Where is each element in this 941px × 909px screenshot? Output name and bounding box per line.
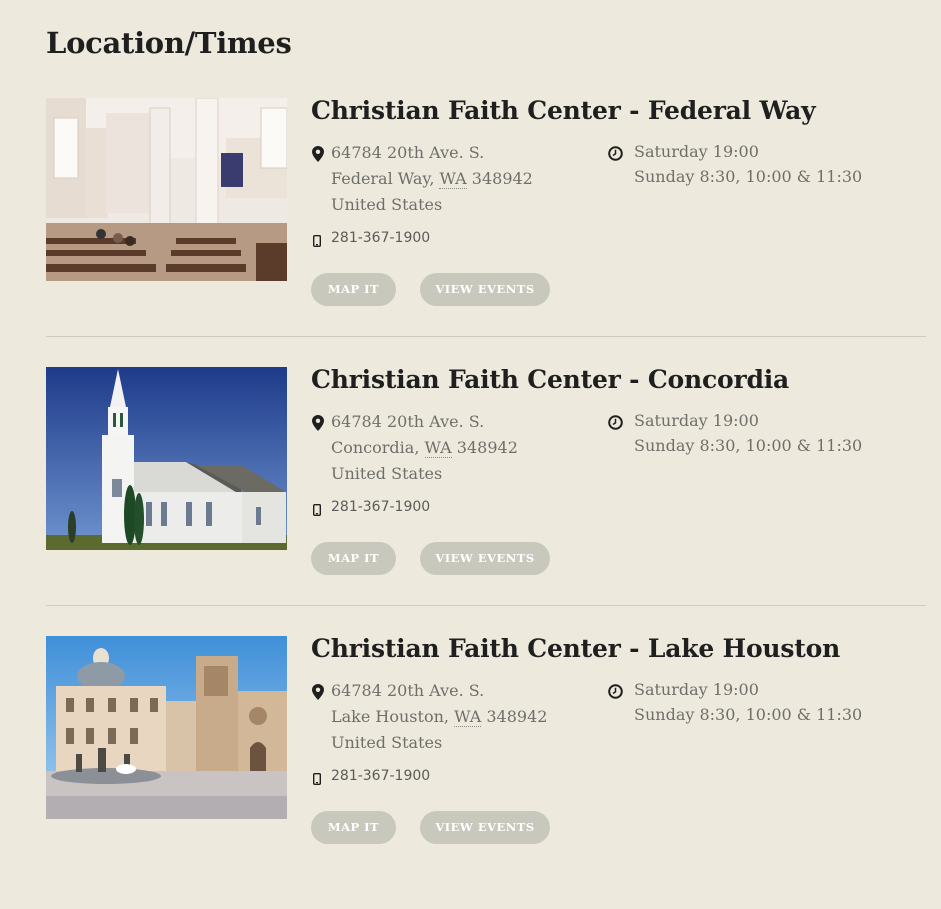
address-street: 64784 20th Ave. S. bbox=[331, 681, 485, 700]
map-it-button[interactable]: MAP IT bbox=[311, 811, 396, 844]
location-image-link[interactable] bbox=[46, 367, 287, 550]
address: 64784 20th Ave. S. Federal Way, WA 34894… bbox=[331, 140, 576, 218]
cathedral-plaza-image bbox=[46, 636, 287, 819]
map-it-button[interactable]: MAP IT bbox=[311, 273, 396, 306]
location-name[interactable]: Christian Faith Center - Federal Way bbox=[311, 96, 816, 125]
phone-number: 281-367-1900 bbox=[331, 230, 431, 246]
address-city: Lake Houston bbox=[331, 707, 444, 726]
phone-number: 281-367-1900 bbox=[331, 499, 431, 515]
address-city: Federal Way bbox=[331, 169, 430, 188]
view-events-button[interactable]: VIEW EVENTS bbox=[420, 542, 550, 575]
clock-icon bbox=[608, 415, 623, 430]
location-lake-houston: Christian Faith Center - Lake Houston 64… bbox=[46, 634, 926, 905]
map-marker-icon bbox=[312, 684, 324, 700]
location-federal-way: Christian Faith Center - Federal Way 647… bbox=[46, 96, 926, 367]
mobile-phone-icon bbox=[313, 773, 321, 785]
address-zip: 348942 bbox=[486, 707, 548, 726]
mobile-phone-icon bbox=[313, 235, 321, 247]
address-state: WA bbox=[454, 707, 482, 727]
phone-number: 281-367-1900 bbox=[331, 768, 431, 784]
service-time: Sunday 8:30, 10:00 & 11:30 bbox=[634, 436, 863, 455]
page-title: Location/Times bbox=[46, 26, 292, 60]
map-marker-icon bbox=[312, 415, 324, 431]
address-city-line: Federal Way, WA 348942 bbox=[331, 169, 533, 189]
address-country: United States bbox=[331, 733, 443, 752]
service-time: Saturday 19:00 bbox=[634, 411, 759, 430]
service-time: Saturday 19:00 bbox=[634, 142, 759, 161]
mobile-phone-icon bbox=[313, 504, 321, 516]
service-time: Sunday 8:30, 10:00 & 11:30 bbox=[634, 167, 863, 186]
service-time: Saturday 19:00 bbox=[634, 680, 759, 699]
location-name[interactable]: Christian Faith Center - Concordia bbox=[311, 365, 789, 394]
address-country: United States bbox=[331, 464, 443, 483]
service-time: Sunday 8:30, 10:00 & 11:30 bbox=[634, 705, 863, 724]
address-country: United States bbox=[331, 195, 443, 214]
address-street: 64784 20th Ave. S. bbox=[331, 412, 485, 431]
location-image-link[interactable] bbox=[46, 636, 287, 819]
divider bbox=[46, 605, 926, 606]
location-concordia: Christian Faith Center - Concordia 64784… bbox=[46, 365, 926, 636]
address-state: WA bbox=[424, 438, 452, 458]
service-times: Saturday 19:00 Sunday 8:30, 10:00 & 11:3… bbox=[634, 677, 862, 727]
church-interior-image bbox=[46, 98, 287, 281]
address: 64784 20th Ave. S. Concordia, WA 348942 … bbox=[331, 409, 576, 487]
address-city-line: Lake Houston, WA 348942 bbox=[331, 707, 548, 727]
address-state: WA bbox=[439, 169, 467, 189]
service-times: Saturday 19:00 Sunday 8:30, 10:00 & 11:3… bbox=[634, 139, 862, 189]
clock-icon bbox=[608, 146, 623, 161]
location-image-link[interactable] bbox=[46, 98, 287, 281]
address-zip: 348942 bbox=[471, 169, 533, 188]
view-events-button[interactable]: VIEW EVENTS bbox=[420, 273, 550, 306]
divider bbox=[46, 336, 926, 337]
address-street: 64784 20th Ave. S. bbox=[331, 143, 485, 162]
white-church-exterior-image bbox=[46, 367, 287, 550]
address-zip: 348942 bbox=[456, 438, 518, 457]
service-times: Saturday 19:00 Sunday 8:30, 10:00 & 11:3… bbox=[634, 408, 862, 458]
map-it-button[interactable]: MAP IT bbox=[311, 542, 396, 575]
location-name[interactable]: Christian Faith Center - Lake Houston bbox=[311, 634, 840, 663]
address: 64784 20th Ave. S. Lake Houston, WA 3489… bbox=[331, 678, 576, 756]
clock-icon bbox=[608, 684, 623, 699]
address-city-line: Concordia, WA 348942 United States bbox=[331, 438, 518, 483]
address-city: Concordia bbox=[331, 438, 415, 457]
map-marker-icon bbox=[312, 146, 324, 162]
view-events-button[interactable]: VIEW EVENTS bbox=[420, 811, 550, 844]
